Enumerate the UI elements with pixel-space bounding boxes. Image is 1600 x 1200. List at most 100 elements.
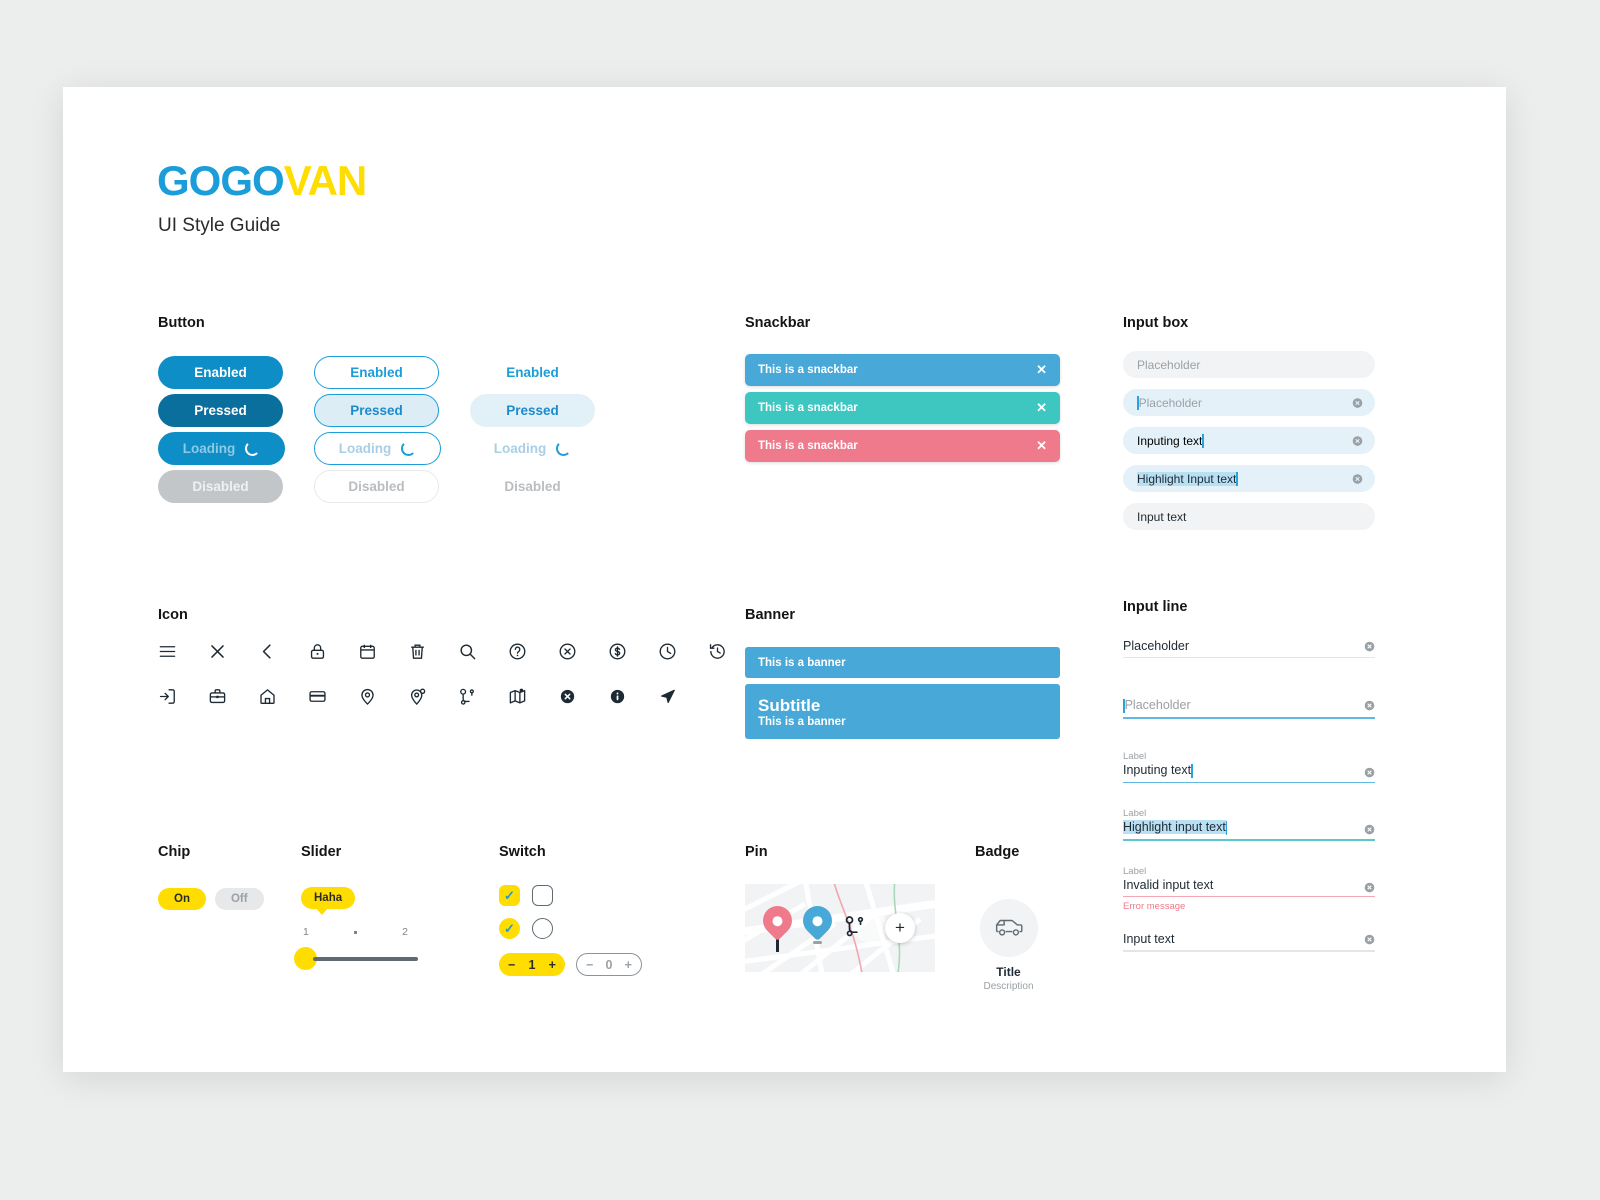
stepper-inactive[interactable]: − 0 + (576, 953, 642, 976)
button-filled-loading[interactable]: Loading (158, 432, 285, 465)
button-outline-disabled: Disabled (314, 470, 439, 503)
button-filled-pressed[interactable]: Pressed (158, 394, 283, 427)
history-icon[interactable] (708, 642, 727, 661)
radio-checked[interactable]: ✓ (499, 918, 520, 939)
banner-with-subtitle[interactable]: Subtitle This is a banner (745, 684, 1060, 739)
chip-off[interactable]: Off (214, 888, 264, 910)
text-caret (1191, 763, 1193, 778)
van-icon (995, 919, 1022, 936)
input-line-default[interactable]: Placeholder (1123, 639, 1375, 659)
section-title-input-line: Input line (1123, 599, 1188, 615)
pin-blue[interactable] (796, 899, 839, 944)
input-line-filled[interactable]: Input text (1123, 932, 1375, 952)
button-outline-enabled[interactable]: Enabled (314, 356, 439, 389)
route-icon[interactable] (843, 914, 867, 938)
menu-icon[interactable] (158, 642, 177, 661)
close-icon[interactable] (208, 642, 227, 661)
radio-unchecked[interactable] (532, 918, 553, 939)
input-value: Invalid input text (1123, 877, 1214, 892)
info-circle-filled-icon[interactable] (608, 687, 627, 706)
clear-icon[interactable] (1352, 397, 1363, 408)
button-text-enabled[interactable]: Enabled (470, 356, 595, 389)
snackbar-text: This is a snackbar (758, 440, 858, 452)
input-box-filled[interactable]: Input text (1123, 503, 1375, 530)
banner-simple[interactable]: This is a banner (745, 647, 1060, 678)
stepper-increment[interactable]: + (625, 958, 632, 972)
add-button[interactable]: + (885, 913, 915, 943)
map-icon[interactable] (508, 687, 527, 706)
slider-tooltip: Haha (301, 887, 356, 915)
clear-icon[interactable] (1364, 700, 1375, 711)
home-icon[interactable] (258, 687, 277, 706)
input-line-typing[interactable]: Label Inputing text (1123, 751, 1375, 784)
badge[interactable]: Title Description (971, 899, 1046, 992)
input-box-typing[interactable]: Inputing text (1123, 427, 1375, 454)
clear-icon[interactable] (1364, 934, 1375, 945)
map-preview[interactable]: + (745, 884, 935, 972)
button-text-pressed[interactable]: Pressed (470, 394, 595, 427)
calendar-icon[interactable] (358, 642, 377, 661)
clear-icon[interactable] (1364, 824, 1375, 835)
dollar-circle-icon[interactable] (608, 642, 627, 661)
checkbox-unchecked[interactable] (532, 885, 553, 906)
button-filled-disabled: Disabled (158, 470, 283, 503)
help-circle-icon[interactable] (508, 642, 527, 661)
input-line-highlight[interactable]: Label Highlight input text (1123, 808, 1375, 841)
close-circle-icon[interactable] (558, 642, 577, 661)
snackbar-error[interactable]: This is a snackbar ✕ (745, 430, 1060, 462)
route-icon[interactable] (458, 687, 477, 706)
checkbox-checked[interactable]: ✓ (499, 885, 520, 906)
clear-icon[interactable] (1364, 882, 1375, 893)
clear-icon[interactable] (1364, 641, 1375, 652)
input-box-focus[interactable]: Placeholder (1123, 389, 1375, 416)
close-icon[interactable]: ✕ (1036, 362, 1047, 378)
input-placeholder: Placeholder (1137, 357, 1201, 372)
close-icon[interactable]: ✕ (1036, 438, 1047, 454)
clear-icon[interactable] (1352, 435, 1363, 446)
search-icon[interactable] (458, 642, 477, 661)
lock-icon[interactable] (308, 642, 327, 661)
input-placeholder: Placeholder (1124, 698, 1191, 713)
button-label: Disabled (504, 479, 561, 494)
trash-icon[interactable] (408, 642, 427, 661)
input-value: Highlight Input text (1137, 471, 1237, 486)
input-value: Input text (1137, 509, 1187, 524)
navigation-icon[interactable] (658, 687, 677, 706)
input-box-default[interactable]: Placeholder (1123, 351, 1375, 378)
close-icon[interactable]: ✕ (1036, 400, 1047, 416)
pin-pink[interactable] (756, 899, 799, 952)
close-circle-filled-icon[interactable] (558, 687, 577, 706)
clock-icon[interactable] (658, 642, 677, 661)
button-outline-loading[interactable]: Loading (314, 432, 441, 465)
snackbar-success[interactable]: This is a snackbar ✕ (745, 392, 1060, 424)
button-outline-pressed[interactable]: Pressed (314, 394, 439, 427)
input-label: Label (1123, 865, 1147, 877)
chip-on[interactable]: On (158, 888, 206, 910)
section-title-banner: Banner (745, 607, 795, 623)
stepper-decrement[interactable]: − (508, 958, 515, 972)
snackbar-info[interactable]: This is a snackbar ✕ (745, 354, 1060, 386)
pin-icon[interactable] (358, 687, 377, 706)
spinner-icon (401, 441, 417, 456)
button-text-loading[interactable]: Loading (469, 432, 596, 465)
stepper-active[interactable]: − 1 + (499, 953, 565, 976)
input-line-focus[interactable]: Placeholder (1123, 698, 1375, 719)
input-underline (1123, 950, 1375, 952)
input-line-error[interactable]: Label Invalid input text Error message (1123, 865, 1375, 912)
slider-track[interactable] (313, 956, 418, 961)
clear-icon[interactable] (1364, 767, 1375, 778)
stepper-increment[interactable]: + (549, 958, 556, 972)
button-label: Loading (493, 441, 547, 456)
stepper-decrement[interactable]: − (586, 958, 593, 972)
pin-inner-dot (812, 915, 823, 926)
slider-control[interactable] (294, 947, 418, 970)
pin-search-icon[interactable] (408, 687, 427, 706)
clear-icon[interactable] (1352, 473, 1363, 484)
chevron-left-icon[interactable] (258, 642, 277, 661)
briefcase-icon[interactable] (208, 687, 227, 706)
input-box-highlight[interactable]: Highlight Input text (1123, 465, 1375, 492)
login-icon[interactable] (158, 687, 177, 706)
button-filled-enabled[interactable]: Enabled (158, 356, 283, 389)
card-icon[interactable] (308, 687, 327, 706)
pin-inner-dot (772, 915, 783, 926)
